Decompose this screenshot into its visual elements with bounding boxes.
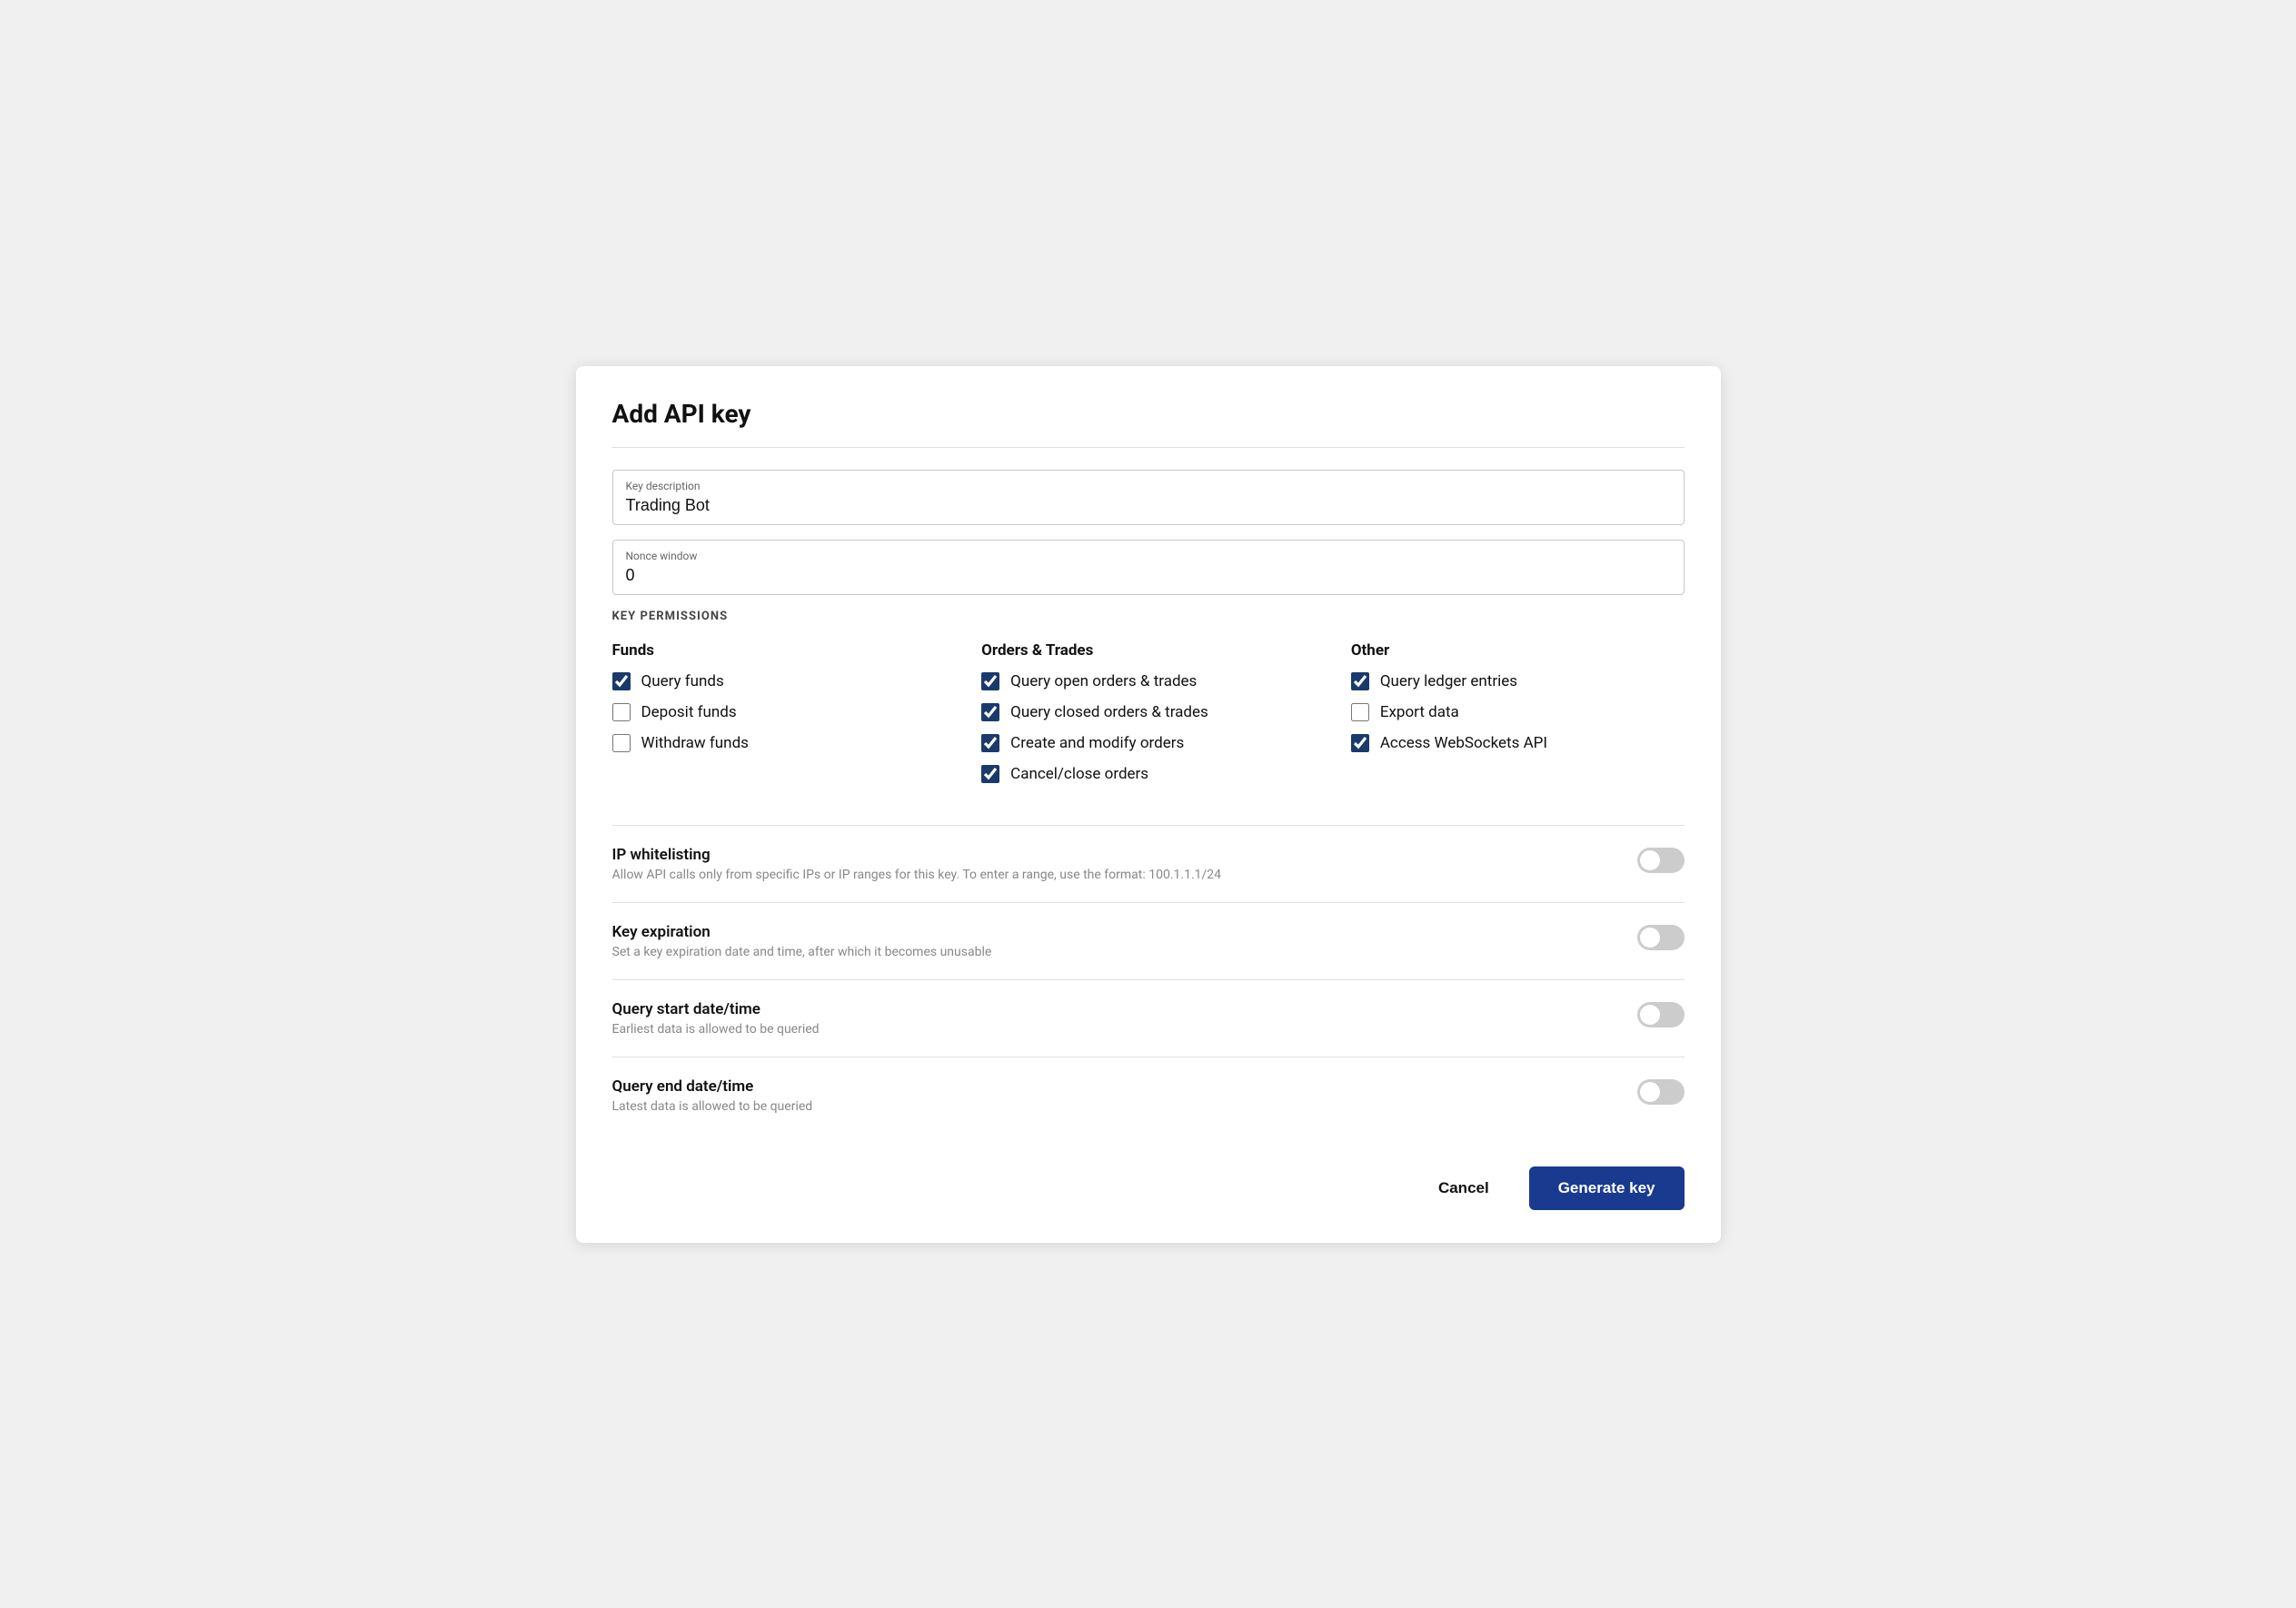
checkbox-create-modify-orders-input[interactable] [981,734,999,752]
key-expiration-text: Key expiration Set a key expiration date… [612,923,992,959]
key-expiration-toggle[interactable] [1637,925,1685,950]
checkbox-withdraw-funds[interactable]: Withdraw funds [612,734,946,752]
checkbox-query-closed-orders-input[interactable] [981,703,999,721]
query-end-datetime-toggle-slider [1637,1079,1685,1105]
checkbox-query-funds[interactable]: Query funds [612,672,946,690]
nonce-window-input[interactable] [626,566,1671,585]
nonce-window-label: Nonce window [626,550,1671,562]
query-start-datetime-toggle[interactable] [1637,1002,1685,1027]
checkbox-websockets-api-input[interactable] [1351,734,1369,752]
checkbox-export-data-label: Export data [1380,703,1459,721]
orders-trades-permission-group: Orders & Trades Query open orders & trad… [981,641,1315,796]
funds-permission-group: Funds Query funds Deposit funds Withdraw… [612,641,946,796]
query-end-datetime-toggle[interactable] [1637,1079,1685,1105]
nonce-window-field: Nonce window [612,540,1685,595]
checkbox-query-open-orders-input[interactable] [981,672,999,690]
checkbox-export-data[interactable]: Export data [1351,703,1685,721]
checkbox-query-closed-orders-label: Query closed orders & trades [1010,703,1208,721]
checkbox-websockets-api[interactable]: Access WebSockets API [1351,734,1685,752]
query-start-datetime-description: Earliest data is allowed to be queried [612,1022,820,1037]
query-start-datetime-text: Query start date/time Earliest data is a… [612,1000,820,1037]
checkbox-create-modify-orders[interactable]: Create and modify orders [981,734,1315,752]
ip-whitelisting-section: IP whitelisting Allow API calls only fro… [612,825,1685,902]
query-end-datetime-title: Query end date/time [612,1077,813,1096]
ip-whitelisting-text: IP whitelisting Allow API calls only fro… [612,846,1222,882]
checkbox-query-ledger[interactable]: Query ledger entries [1351,672,1685,690]
checkbox-query-open-orders[interactable]: Query open orders & trades [981,672,1315,690]
checkbox-query-funds-input[interactable] [612,672,631,690]
query-start-datetime-toggle-slider [1637,1002,1685,1027]
ip-whitelisting-description: Allow API calls only from specific IPs o… [612,868,1222,882]
checkbox-deposit-funds[interactable]: Deposit funds [612,703,946,721]
checkbox-query-funds-label: Query funds [641,672,724,690]
checkbox-deposit-funds-label: Deposit funds [641,703,737,721]
query-end-datetime-section: Query end date/time Latest data is allow… [612,1057,1685,1134]
key-description-input[interactable] [626,496,1671,515]
checkbox-cancel-close-orders-label: Cancel/close orders [1010,765,1148,783]
checkbox-deposit-funds-input[interactable] [612,703,631,721]
checkbox-cancel-close-orders[interactable]: Cancel/close orders [981,765,1315,783]
checkbox-query-ledger-label: Query ledger entries [1380,672,1517,690]
page-title: Add API key [612,399,1685,429]
key-expiration-description: Set a key expiration date and time, afte… [612,945,992,959]
cancel-button[interactable]: Cancel [1416,1168,1511,1208]
query-start-datetime-section: Query start date/time Earliest data is a… [612,979,1685,1057]
query-end-datetime-description: Latest data is allowed to be queried [612,1099,813,1114]
permissions-section-title: KEY PERMISSIONS [612,610,1685,623]
query-end-datetime-text: Query end date/time Latest data is allow… [612,1077,813,1114]
ip-whitelisting-toggle-slider [1637,848,1685,873]
checkbox-withdraw-funds-label: Withdraw funds [641,734,749,752]
checkbox-query-closed-orders[interactable]: Query closed orders & trades [981,703,1315,721]
checkbox-websockets-api-label: Access WebSockets API [1380,734,1547,752]
ip-whitelisting-title: IP whitelisting [612,846,1222,864]
ip-whitelisting-toggle[interactable] [1637,848,1685,873]
funds-heading: Funds [612,641,946,660]
checkbox-create-modify-orders-label: Create and modify orders [1010,734,1184,752]
query-start-datetime-title: Query start date/time [612,1000,820,1018]
add-api-key-modal: Add API key Key description Nonce window… [576,366,1721,1243]
key-description-label: Key description [626,480,1671,492]
orders-trades-heading: Orders & Trades [981,641,1315,660]
key-description-field: Key description [612,470,1685,525]
checkbox-query-ledger-input[interactable] [1351,672,1369,690]
key-expiration-section: Key expiration Set a key expiration date… [612,902,1685,979]
checkbox-cancel-close-orders-input[interactable] [981,765,999,783]
title-divider [612,447,1685,448]
footer: Cancel Generate key [612,1166,1685,1210]
other-permission-group: Other Query ledger entries Export data A… [1351,641,1685,796]
checkbox-query-open-orders-label: Query open orders & trades [1010,672,1197,690]
checkbox-withdraw-funds-input[interactable] [612,734,631,752]
other-heading: Other [1351,641,1685,660]
checkbox-export-data-input[interactable] [1351,703,1369,721]
permissions-grid: Funds Query funds Deposit funds Withdraw… [612,641,1685,796]
key-expiration-toggle-slider [1637,925,1685,950]
generate-key-button[interactable]: Generate key [1529,1166,1685,1210]
key-expiration-title: Key expiration [612,923,992,941]
